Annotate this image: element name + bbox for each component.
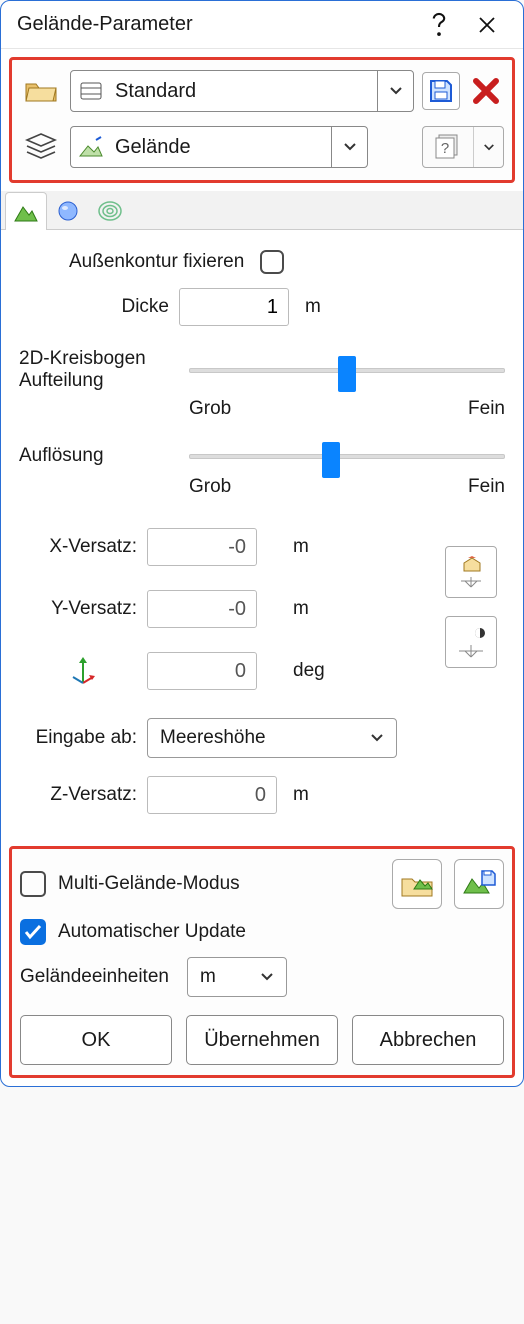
x-offset-label: X-Versatz: [19,536,147,558]
close-icon [477,15,497,35]
input-from-label: Eingabe ab: [19,727,147,749]
fix-outer-contour-checkbox[interactable] [260,250,284,274]
terrain-units-select[interactable]: m [187,957,287,997]
terrain-units-value: m [200,966,216,988]
x-offset-unit: m [277,536,325,558]
rotation-axis-icon [19,655,147,687]
fix-outer-contour-label: Außenkontur fixieren [69,251,244,273]
terrain-units-label: Geländeeinheiten [20,966,169,988]
compass-star-icon [454,625,488,659]
chevron-down-icon [389,86,403,96]
layers-icon [20,128,62,166]
chevron-down-icon [260,972,274,982]
preset-combo[interactable]: Standard [70,70,414,112]
rotation-input[interactable] [147,652,257,690]
save-preset-button[interactable] [422,72,460,110]
chevron-down-icon [370,733,384,743]
z-offset-input[interactable] [147,776,277,814]
thickness-unit: m [289,296,337,318]
tab-mountain[interactable] [5,192,47,230]
x-offset-input[interactable] [147,528,257,566]
arc-fine-label: Fein [468,398,505,420]
folder-icon [20,72,62,110]
save-mountain-icon [462,869,496,899]
y-offset-input[interactable] [147,590,257,628]
category-label: Gelände [111,136,331,159]
multi-mode-checkbox[interactable] [20,871,46,897]
input-from-select[interactable]: Meereshöhe [147,718,397,758]
open-terrain-button[interactable] [392,859,442,909]
save-terrain-button[interactable] [454,859,504,909]
delete-x-icon [471,76,501,106]
z-offset-unit: m [277,784,325,806]
chevron-down-icon [343,142,357,152]
mountain-icon [13,201,39,223]
rotation-unit: deg [277,660,325,682]
res-coarse-label: Grob [189,476,231,498]
folder-mountain-icon [400,869,434,899]
preset-dropdown-button[interactable] [377,71,413,111]
thickness-label: Dicke [69,296,179,318]
tab-sphere[interactable] [47,191,89,229]
multi-mode-label: Multi-Gelände-Modus [58,873,240,895]
arc-coarse-label: Grob [189,398,231,420]
apply-button[interactable]: Übernehmen [186,1015,338,1065]
contour-icon [97,200,123,222]
check-icon [24,924,42,940]
input-from-value: Meereshöhe [160,727,266,749]
save-icon [428,78,454,104]
auto-update-label: Automatischer Update [58,921,246,943]
sphere-icon [57,200,79,222]
category-dropdown-button[interactable] [331,127,367,167]
question-icon [430,12,448,38]
y-offset-label: Y-Versatz: [19,598,147,620]
preset-label: Standard [111,80,377,103]
res-fine-label: Fein [468,476,505,498]
auto-update-checkbox[interactable] [20,919,46,945]
resolution-label: Auflösung [19,445,189,467]
svg-text:?: ? [441,140,449,157]
layer-picker-button[interactable]: ? [422,126,504,168]
chevron-down-icon [483,143,495,152]
help-button[interactable] [415,5,463,45]
question-layer-icon: ? [423,134,473,160]
z-offset-label: Z-Versatz: [19,784,147,806]
compass-origin-button[interactable] [445,616,497,668]
preset-list-icon [71,82,111,100]
layer-picker-dropdown[interactable] [473,127,503,167]
dialog-title: Gelände-Parameter [17,13,415,36]
close-button[interactable] [463,5,511,45]
delete-preset-button[interactable] [468,76,504,106]
home-origin-button[interactable] [445,546,497,598]
ok-button[interactable]: OK [20,1015,172,1065]
terrain-brush-icon [71,136,111,158]
house-star-icon [454,555,488,589]
cancel-button[interactable]: Abbrechen [352,1015,504,1065]
thickness-input[interactable] [179,288,289,326]
category-combo[interactable]: Gelände [70,126,368,168]
resolution-slider[interactable] [189,442,505,470]
arc-division-label1: 2D-Kreisbogen [19,348,189,370]
arc-division-label2: Aufteilung [19,370,189,392]
arc-division-slider[interactable] [189,356,505,384]
tab-contours[interactable] [89,191,131,229]
y-offset-unit: m [277,598,325,620]
